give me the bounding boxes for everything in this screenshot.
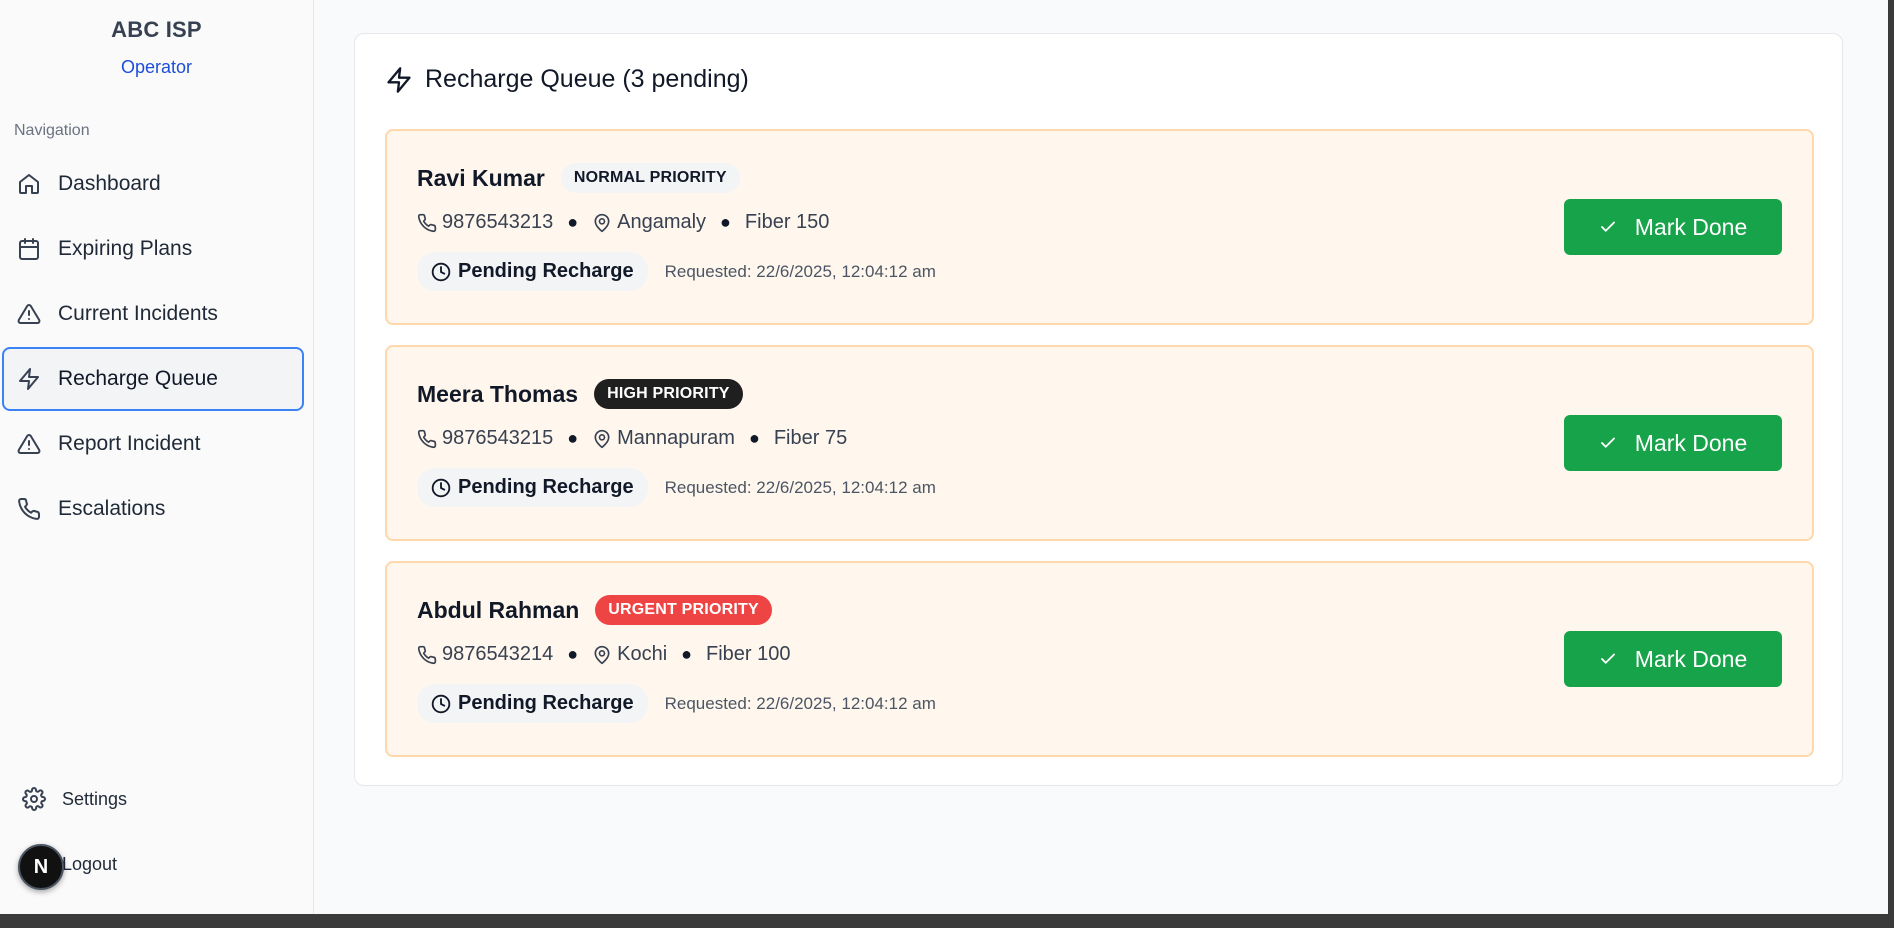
priority-badge: HIGH PRIORITY bbox=[594, 379, 743, 409]
nav-heading: Navigation bbox=[14, 122, 90, 139]
location: Angamaly bbox=[617, 211, 707, 233]
calendar-icon bbox=[16, 236, 42, 262]
brand-name: ABC ISP bbox=[111, 17, 202, 42]
phone-number: 9876543214 bbox=[442, 643, 554, 665]
requested-timestamp: Requested: 22/6/2025, 12:04:12 am bbox=[664, 477, 936, 497]
phone-number: 9876543213 bbox=[442, 211, 554, 233]
mark-done-button[interactable]: Mark Done bbox=[1564, 199, 1782, 255]
alert-triangle-icon bbox=[16, 301, 42, 327]
queue-card: Ravi Kumar NORMAL PRIORITY 9876543213 ● … bbox=[385, 129, 1814, 325]
mark-done-label: Mark Done bbox=[1634, 213, 1748, 240]
map-pin-icon bbox=[592, 213, 612, 233]
mark-done-label: Mark Done bbox=[1634, 645, 1748, 672]
status-label: Pending Recharge bbox=[458, 260, 634, 282]
sidebar-item-expiring-plans[interactable]: Expiring Plans bbox=[2, 217, 304, 281]
app-window: ABC ISP Operator Navigation Dashboard Ex… bbox=[0, 0, 1888, 914]
sidebar-item-label: Dashboard bbox=[58, 172, 161, 195]
alert-triangle-icon bbox=[16, 431, 42, 457]
separator: ● bbox=[720, 212, 731, 232]
phone-icon bbox=[16, 496, 42, 522]
separator: ● bbox=[567, 212, 579, 232]
queue-card: Meera Thomas HIGH PRIORITY 9876543215 ● … bbox=[385, 345, 1814, 541]
mark-done-label: Mark Done bbox=[1634, 429, 1748, 456]
status-badge: Pending Recharge bbox=[417, 468, 648, 507]
status-badge: Pending Recharge bbox=[417, 684, 648, 723]
status-label: Pending Recharge bbox=[458, 692, 634, 714]
priority-badge: NORMAL PRIORITY bbox=[560, 163, 740, 193]
check-icon bbox=[1599, 434, 1617, 452]
sidebar: ABC ISP Operator Navigation Dashboard Ex… bbox=[0, 0, 314, 914]
location: Kochi bbox=[617, 643, 668, 665]
plan-name: Fiber 100 bbox=[706, 643, 791, 665]
sidebar-item-report-incident[interactable]: Report Incident bbox=[2, 412, 304, 476]
customer-name: Meera Thomas bbox=[417, 380, 579, 407]
sidebar-item-current-incidents[interactable]: Current Incidents bbox=[2, 282, 304, 346]
zap-icon bbox=[385, 66, 413, 94]
plan-name: Fiber 150 bbox=[744, 211, 830, 233]
phone-icon bbox=[417, 429, 437, 449]
requested-timestamp: Requested: 22/6/2025, 12:04:12 am bbox=[664, 693, 936, 713]
sidebar-item-label: Report Incident bbox=[58, 432, 201, 455]
location: Mannapuram bbox=[617, 427, 735, 449]
phone-number: 9876543215 bbox=[442, 427, 554, 449]
mark-done-button[interactable]: Mark Done bbox=[1564, 631, 1782, 687]
dev-tools-badge[interactable]: N bbox=[18, 844, 64, 890]
separator: ● bbox=[748, 428, 760, 448]
brand: ABC ISP Operator bbox=[0, 0, 313, 78]
sidebar-item-label: Escalations bbox=[58, 497, 166, 520]
plan-name: Fiber 75 bbox=[773, 427, 848, 449]
customer-name: Abdul Rahman bbox=[417, 596, 580, 623]
panel-header: Recharge Queue (3 pending) bbox=[385, 65, 749, 94]
queue-card: Abdul Rahman URGENT PRIORITY 9876543214 … bbox=[385, 561, 1814, 757]
recharge-queue-panel: Recharge Queue (3 pending) Ravi Kumar NO… bbox=[354, 33, 1843, 786]
sidebar-item-label: Current Incidents bbox=[58, 302, 218, 325]
requested-timestamp: Requested: 22/6/2025, 12:04:12 am bbox=[664, 261, 936, 281]
separator: ● bbox=[681, 644, 693, 664]
sidebar-item-label: Recharge Queue bbox=[58, 367, 218, 390]
user-role: Operator bbox=[120, 57, 193, 77]
check-icon bbox=[1599, 218, 1617, 236]
status-badge: Pending Recharge bbox=[417, 252, 648, 291]
status-label: Pending Recharge bbox=[458, 476, 634, 498]
sidebar-item-dashboard[interactable]: Dashboard bbox=[2, 152, 304, 216]
map-pin-icon bbox=[592, 429, 612, 449]
sidebar-item-escalations[interactable]: Escalations bbox=[2, 477, 304, 541]
clock-icon bbox=[431, 478, 451, 498]
clock-icon bbox=[431, 262, 451, 282]
home-icon bbox=[16, 171, 42, 197]
main-content: Recharge Queue (3 pending) Ravi Kumar NO… bbox=[314, 0, 1888, 914]
settings-label: Settings bbox=[62, 788, 128, 809]
separator: ● bbox=[567, 428, 579, 448]
logout-link[interactable]: Logout bbox=[62, 854, 117, 875]
sidebar-item-label: Expiring Plans bbox=[58, 237, 193, 260]
phone-icon bbox=[417, 645, 437, 665]
zap-icon bbox=[16, 366, 42, 392]
window-edge bbox=[1888, 0, 1894, 914]
settings-link[interactable]: Settings bbox=[22, 787, 127, 811]
clock-icon bbox=[431, 694, 451, 714]
sidebar-item-recharge-queue[interactable]: Recharge Queue bbox=[2, 347, 304, 411]
customer-name: Ravi Kumar bbox=[417, 164, 545, 191]
map-pin-icon bbox=[592, 645, 612, 665]
page-title: Recharge Queue (3 pending) bbox=[425, 65, 749, 93]
mark-done-button[interactable]: Mark Done bbox=[1564, 415, 1782, 471]
sidebar-nav: Dashboard Expiring Plans Current Inciden… bbox=[2, 152, 304, 542]
check-icon bbox=[1599, 650, 1617, 668]
priority-badge: URGENT PRIORITY bbox=[595, 595, 772, 625]
phone-icon bbox=[417, 213, 437, 233]
separator: ● bbox=[567, 644, 579, 664]
gear-icon bbox=[22, 787, 46, 811]
